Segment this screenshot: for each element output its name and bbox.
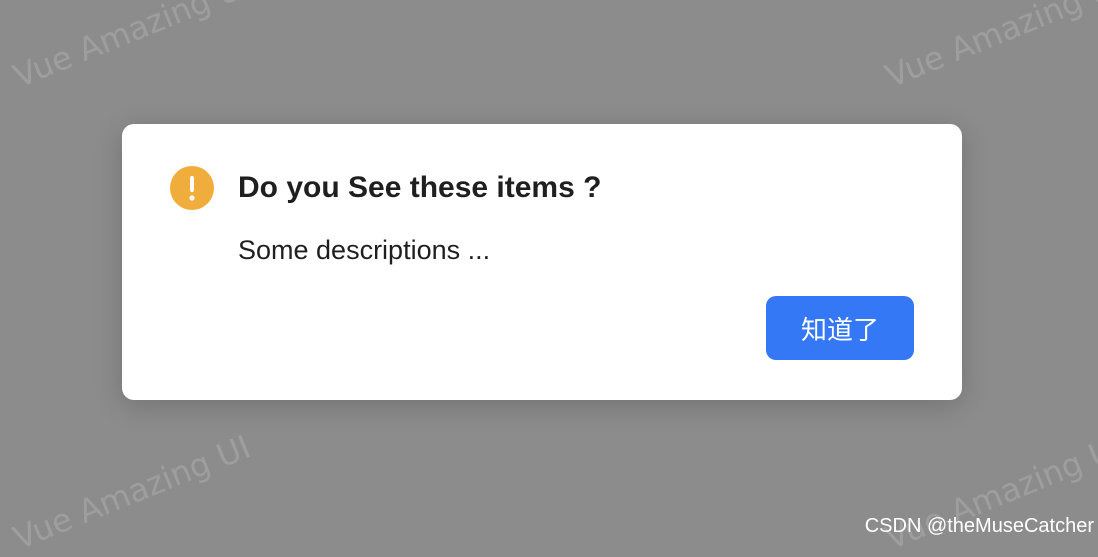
dialog-title: Do you See these items ? <box>238 171 602 204</box>
watermark-text: Vue Amazing UI <box>880 0 1098 96</box>
watermark-text: Vue Amazing UI <box>8 427 256 557</box>
exclamation-icon <box>170 166 214 210</box>
credit-text: CSDN @theMuseCatcher <box>864 515 1094 537</box>
confirm-dialog: Do you See these items ? Some descriptio… <box>122 124 962 400</box>
watermark-text: Vue Amazing UI <box>8 0 256 96</box>
ok-button[interactable]: 知道了 <box>766 296 914 360</box>
dialog-description: Some descriptions ... <box>238 235 491 265</box>
